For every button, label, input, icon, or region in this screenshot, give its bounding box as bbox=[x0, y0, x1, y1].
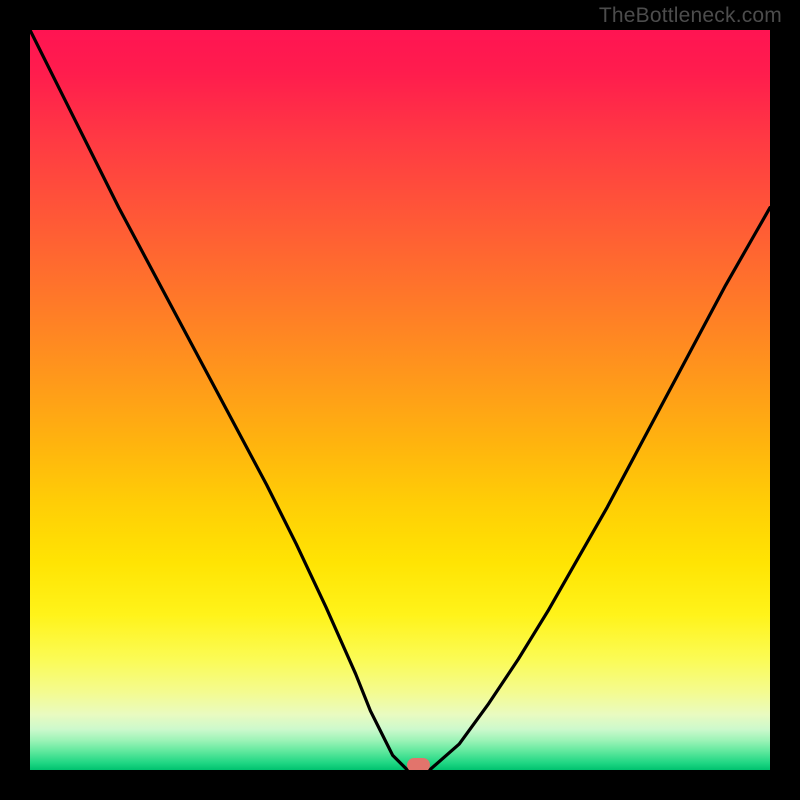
optimum-marker bbox=[407, 758, 431, 770]
bottleneck-curve bbox=[30, 30, 770, 770]
plot-area bbox=[30, 30, 770, 770]
watermark-text: TheBottleneck.com bbox=[599, 4, 782, 28]
chart-stage: TheBottleneck.com bbox=[0, 0, 800, 800]
curve-path bbox=[30, 30, 770, 770]
